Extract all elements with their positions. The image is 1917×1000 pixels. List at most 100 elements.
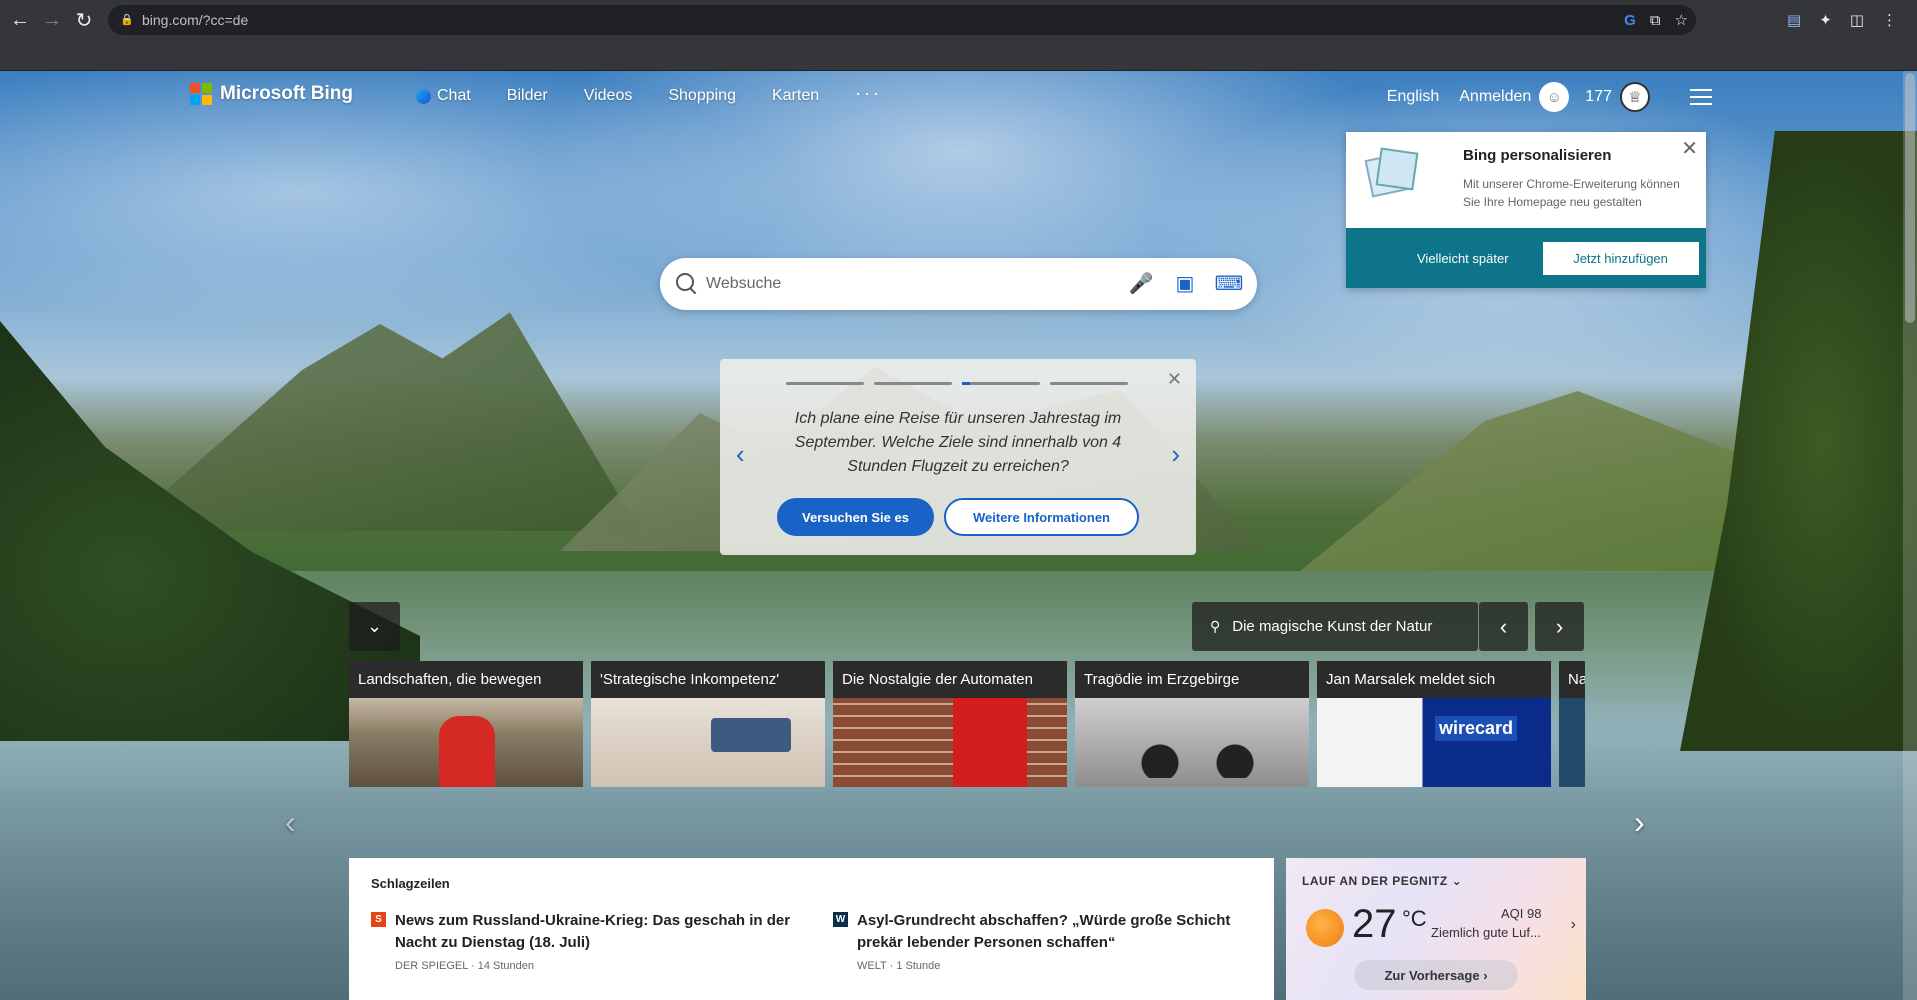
user-avatar-icon[interactable]: ☺ <box>1539 82 1570 112</box>
page-scrollbar[interactable] <box>1903 71 1917 1000</box>
close-icon[interactable]: ✕ <box>1681 136 1698 161</box>
next-image-icon[interactable]: › <box>1535 602 1584 651</box>
chevron-left-icon[interactable]: ‹ <box>736 439 745 470</box>
weather-card[interactable]: LAUF AN DER PEGNITZ ⌄ 27 °C AQI 98 Zieml… <box>1286 858 1586 1000</box>
tile-image <box>1317 698 1551 787</box>
forecast-button[interactable]: Zur Vorhersage › <box>1354 960 1518 990</box>
spiegel-logo-icon: S <box>371 912 386 927</box>
browser-toolbar: ← → ↻ 🔒 bing.com/?cc=de G ⧉ ☆ ▤ ✦ ◫ ⋮ <box>0 0 1917 40</box>
bing-header: Microsoft Bing Chat Bilder Videos Shoppi… <box>0 71 1917 127</box>
search-icon <box>676 273 698 295</box>
side-panel-icon[interactable]: ◫ <box>1850 11 1864 29</box>
scroll-thumb[interactable] <box>1905 73 1915 323</box>
rewards-trophy-icon[interactable]: ♕ <box>1620 82 1650 112</box>
forecast-label: Zur Vorhersage <box>1384 967 1480 983</box>
chevron-right-icon[interactable]: › <box>1171 439 1180 470</box>
prompt-text: Ich plane eine Reise für unseren Jahrest… <box>794 410 1122 475</box>
tile-image <box>833 698 1067 787</box>
carousel-tile[interactable]: Die Nostalgie der Automaten <box>833 661 1067 787</box>
search-input[interactable] <box>706 275 1126 293</box>
carousel-tile[interactable]: Na <box>1559 661 1585 787</box>
carousel-tile[interactable]: Tragödie im Erzgebirge <box>1075 661 1309 787</box>
extension-doc-icon[interactable]: ▤ <box>1787 11 1801 29</box>
previous-image-icon[interactable]: ‹ <box>1479 602 1528 651</box>
personalize-text: Mit unserer Chrome-Erweiterung können Si… <box>1463 177 1680 209</box>
carousel-prev-icon[interactable]: ‹ <box>285 804 296 841</box>
carousel-tile[interactable]: Jan Marsalek meldet sich <box>1317 661 1551 787</box>
personalize-title: Bing personalisieren <box>1463 147 1612 164</box>
carousel-track: Landschaften, die bewegen 'Strategische … <box>349 661 1585 787</box>
background-mountain <box>120 312 640 531</box>
carousel-next-icon[interactable]: › <box>1634 804 1645 841</box>
puzzle-icon[interactable]: ✦ <box>1819 11 1832 29</box>
browser-chrome: ← → ↻ 🔒 bing.com/?cc=de G ⧉ ☆ ▤ ✦ ◫ ⋮ <box>0 0 1917 71</box>
bing-logo[interactable]: Microsoft Bing <box>190 83 353 105</box>
chevron-right-icon[interactable]: › <box>1571 916 1576 934</box>
logo-text: Microsoft Bing <box>220 83 353 104</box>
carousel-tile[interactable]: Landschaften, die bewegen <box>349 661 583 787</box>
progress-dot <box>786 382 864 385</box>
tile-image <box>1559 698 1585 787</box>
tile-title: Tragödie im Erzgebirge <box>1075 661 1309 698</box>
image-caption[interactable]: ⚲ Die magische Kunst der Natur <box>1192 602 1478 651</box>
aqi-value: AQI 98 <box>1501 906 1542 921</box>
tile-image <box>591 698 825 787</box>
add-extension-button[interactable]: Jetzt hinzufügen <box>1542 241 1699 275</box>
news-item[interactable]: S News zum Russland-Ukraine-Krieg: Das g… <box>371 910 791 972</box>
personalize-popup: Bing personalisieren Mit unserer Chrome-… <box>1346 132 1706 288</box>
visual-search-icon[interactable]: ▣ <box>1173 271 1197 295</box>
reload-icon[interactable]: ↻ <box>68 4 100 36</box>
sun-icon <box>1306 909 1344 947</box>
weather-location[interactable]: LAUF AN DER PEGNITZ ⌄ <box>1302 874 1462 888</box>
back-arrow-icon[interactable]: ← <box>4 4 36 36</box>
menu-kebab-icon[interactable]: ⋮ <box>1882 11 1897 29</box>
chevron-down-icon: ⌄ <box>1451 874 1463 888</box>
news-headline[interactable]: News zum Russland-Ukraine-Krieg: Das ges… <box>395 910 791 954</box>
tile-title: Jan Marsalek meldet sich <box>1317 661 1551 698</box>
google-icon[interactable]: G <box>1624 12 1636 29</box>
chat-prompt-card: ✕ ‹ Ich plane eine Reise für unseren Jah… <box>720 359 1196 555</box>
personalize-actions: Vielleicht später Jetzt hinzufügen <box>1346 228 1706 288</box>
hamburger-menu-icon[interactable] <box>1690 89 1712 105</box>
news-item[interactable]: W Asyl-Grundrecht abschaffen? „Würde gro… <box>833 910 1253 972</box>
news-source: DER SPIEGEL · 14 Stunden <box>395 960 534 972</box>
more-info-button[interactable]: Weitere Informationen <box>944 498 1139 536</box>
language-link[interactable]: English <box>1387 88 1439 106</box>
nav-maps[interactable]: Karten <box>772 87 819 105</box>
location-pin-icon: ⚲ <box>1210 618 1221 634</box>
temperature: 27 <box>1352 902 1397 946</box>
nav-videos[interactable]: Videos <box>584 87 633 105</box>
rewards-points[interactable]: 177 <box>1585 88 1612 106</box>
tile-title: 'Strategische Inkompetenz' <box>591 661 825 698</box>
progress-dot <box>1050 382 1128 385</box>
maybe-later-button[interactable]: Vielleicht später <box>1417 251 1509 266</box>
nav-shopping[interactable]: Shopping <box>668 87 736 105</box>
close-icon[interactable]: ✕ <box>1167 369 1182 390</box>
try-it-button[interactable]: Versuchen Sie es <box>777 498 934 536</box>
microsoft-logo-icon <box>190 83 212 105</box>
signin-link[interactable]: Anmelden <box>1459 88 1531 106</box>
bookmark-star-icon[interactable]: ☆ <box>1675 11 1688 29</box>
caption-text: Die magische Kunst der Natur <box>1232 618 1433 635</box>
more-menu-button[interactable]: ··· <box>855 83 882 104</box>
news-headline[interactable]: Asyl-Grundrecht abschaffen? „Würde große… <box>857 910 1253 954</box>
nav-label: Chat <box>437 87 471 104</box>
nav-chat[interactable]: Chat <box>416 87 471 105</box>
headlines-title: Schlagzeilen <box>371 876 450 891</box>
progress-dot <box>874 382 952 385</box>
forward-arrow-icon[interactable]: → <box>36 4 68 36</box>
share-icon[interactable]: ⧉ <box>1650 12 1661 29</box>
address-bar[interactable]: 🔒 bing.com/?cc=de G ⧉ ☆ <box>108 5 1696 35</box>
headlines-card: Schlagzeilen S News zum Russland-Ukraine… <box>349 858 1274 1000</box>
chevron-down-icon[interactable]: ⌄ <box>349 602 400 651</box>
tile-image <box>1075 698 1309 787</box>
temperature-unit[interactable]: °C <box>1402 906 1427 932</box>
microphone-icon[interactable]: 🎤 <box>1129 271 1154 295</box>
lock-icon: 🔒 <box>120 14 134 26</box>
keyboard-icon[interactable]: ⌨ <box>1215 271 1244 295</box>
tile-title: Die Nostalgie der Automaten <box>833 661 1067 698</box>
carousel-tile[interactable]: 'Strategische Inkompetenz' <box>591 661 825 787</box>
nav-images[interactable]: Bilder <box>507 87 548 105</box>
location-text: LAUF AN DER PEGNITZ <box>1302 874 1448 888</box>
tile-title: Landschaften, die bewegen <box>349 661 583 698</box>
